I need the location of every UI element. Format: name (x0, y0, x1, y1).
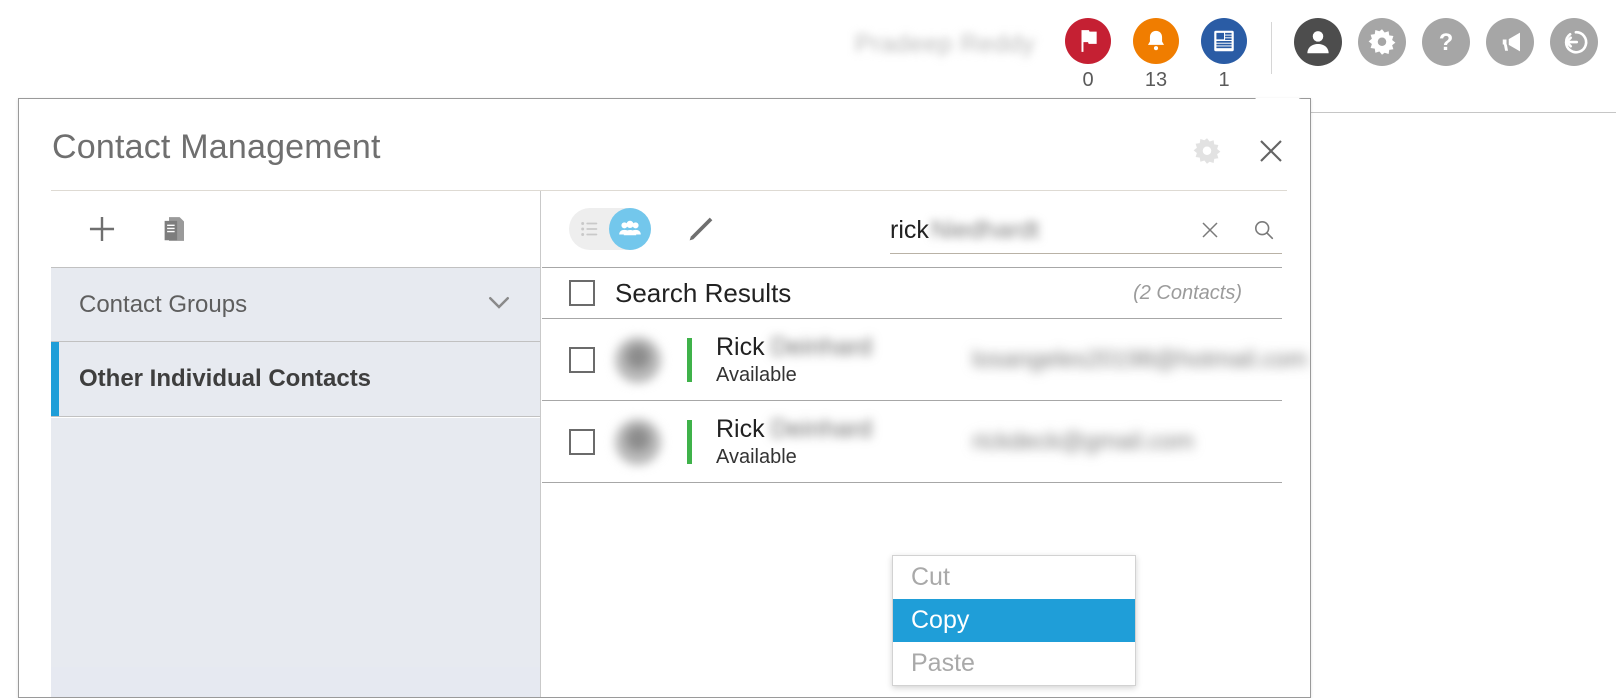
top-bar: Pradeep Reddy 0 13 1 ? (0, 0, 1616, 112)
status-badge (687, 337, 692, 382)
page-title: Contact Management (52, 128, 381, 166)
panel-top-border-right (1300, 98, 1310, 99)
settings-gear-icon[interactable] (1358, 18, 1406, 66)
plus-icon[interactable] (81, 208, 123, 250)
clear-x-icon[interactable] (1196, 216, 1224, 244)
close-icon[interactable] (1254, 134, 1288, 168)
main-toolbar: rick Niedhardt (542, 191, 1310, 267)
sidebar-bottom-shade (51, 667, 540, 697)
sidebar: Contact Groups Other Individual Contacts (51, 191, 541, 697)
bell-icon[interactable] (1133, 18, 1179, 64)
search-text-redacted: Niedhardt (930, 215, 1040, 244)
group-view-icon[interactable] (609, 208, 651, 250)
sidebar-group-header[interactable]: Contact Groups (51, 267, 540, 342)
contact-last-name-redacted: Deinhard (770, 414, 873, 443)
contact-name: Rick Deinhard (716, 415, 872, 444)
context-menu: Cut Copy Paste (892, 555, 1136, 686)
profile-icon[interactable] (1294, 18, 1342, 66)
status-badge (687, 419, 692, 464)
table-row[interactable]: Rick Deinhard Available losangeles20198@… (542, 319, 1307, 401)
sidebar-item-other-individual-contacts[interactable]: Other Individual Contacts (51, 342, 540, 417)
badge-flag-count: 0 (1082, 69, 1094, 91)
dialog-title-actions (1190, 134, 1288, 168)
contact-first-name: Rick (716, 414, 765, 443)
dialog-pointer-arrow (1255, 98, 1301, 99)
search-field[interactable]: rick Niedhardt (890, 207, 1282, 254)
search-results-label: Search Results (615, 277, 792, 308)
context-menu-item-copy[interactable]: Copy (893, 599, 1135, 642)
context-menu-item-paste[interactable]: Paste (893, 642, 1135, 685)
keypad-icon[interactable] (1201, 18, 1247, 64)
top-bar-controls: Pradeep Reddy 0 13 1 ? (855, 10, 1598, 90)
table-row[interactable]: Rick Deinhard Available rickdeck@gmail.c… (542, 401, 1282, 483)
dialog-settings-gear-icon[interactable] (1190, 134, 1224, 168)
chevron-down-icon[interactable] (484, 287, 514, 322)
list-view-icon[interactable] (569, 218, 611, 240)
avatar (615, 418, 661, 465)
edit-pencil-button[interactable] (681, 209, 721, 249)
select-all-checkbox[interactable] (569, 280, 595, 306)
sidebar-empty-area (51, 418, 540, 697)
contact-email-redacted: rickdeck@gmail.com (972, 427, 1194, 455)
contact-management-dialog: Contact Management Contact Groups Other … (18, 98, 1311, 698)
sidebar-toolbar (51, 191, 540, 267)
sign-out-icon[interactable] (1550, 18, 1598, 66)
contact-presence-status: Available (716, 445, 797, 468)
panel-top-border-left (19, 98, 1255, 99)
contact-first-name: Rick (716, 332, 765, 361)
help-question-icon[interactable]: ? (1422, 18, 1470, 66)
search-input-value[interactable]: rick Niedhardt (890, 216, 1039, 245)
contact-info: Rick Deinhard Available (716, 415, 872, 469)
contact-presence-status: Available (716, 363, 797, 386)
sidebar-item-label: Other Individual Contacts (79, 365, 372, 392)
contact-email-redacted: losangeles20198@hotmail.com (972, 345, 1308, 373)
search-results-count: (2 Contacts) (1133, 281, 1242, 304)
badge-alerts[interactable]: 13 (1133, 18, 1179, 90)
search-results-header: Search Results (2 Contacts) (542, 267, 1282, 319)
sidebar-group-header-label: Contact Groups (79, 290, 248, 318)
header-baseline-rule (1311, 112, 1616, 113)
svg-text:?: ? (1439, 29, 1454, 56)
contact-last-name-redacted: Deinhard (770, 332, 873, 361)
view-mode-toggle[interactable] (569, 208, 651, 250)
badge-alerts-count: 13 (1144, 69, 1168, 91)
flag-icon[interactable] (1065, 18, 1111, 64)
badge-flag[interactable]: 0 (1065, 18, 1111, 90)
copy-document-icon[interactable] (153, 208, 195, 250)
context-menu-item-cut[interactable]: Cut (893, 556, 1135, 599)
avatar (615, 336, 661, 383)
account-icon-group: ? (1294, 18, 1598, 66)
contact-name: Rick Deinhard (716, 333, 872, 362)
search-text-visible: rick (890, 215, 929, 244)
badge-voicemail-count: 1 (1218, 69, 1230, 91)
contact-checkbox[interactable] (569, 428, 595, 455)
contact-info: Rick Deinhard Available (716, 333, 872, 387)
notification-badges: 0 13 1 (1065, 18, 1247, 90)
contact-checkbox[interactable] (569, 346, 595, 373)
toolbar-divider (1271, 22, 1272, 74)
signed-in-user-name: Pradeep Reddy (854, 30, 1035, 58)
announcement-megaphone-icon[interactable] (1486, 18, 1534, 66)
magnifier-icon[interactable] (1250, 216, 1278, 244)
badge-voicemail[interactable]: 1 (1201, 18, 1247, 90)
